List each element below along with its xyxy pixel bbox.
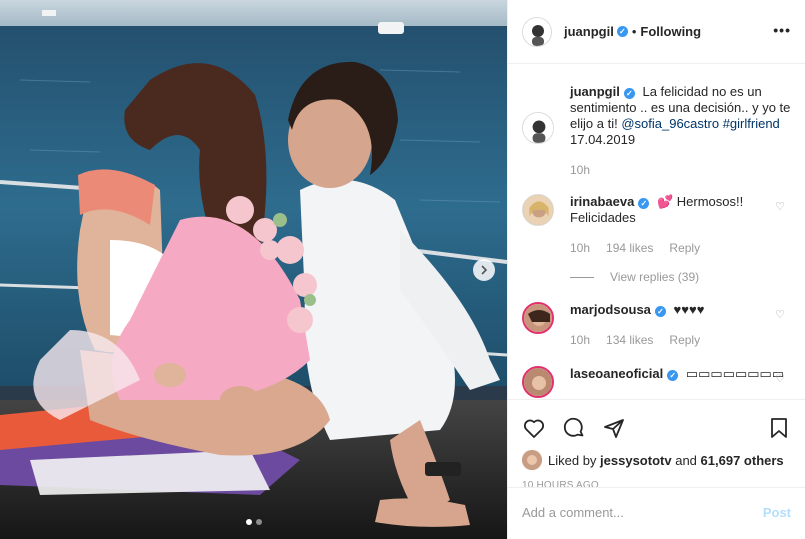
comment-item: marjodsousa ✓ ♥♥♥♥ 10h 134 likes Reply ♡ xyxy=(522,284,791,348)
liked-by-others[interactable]: 61,697 others xyxy=(701,453,784,468)
comment-time: 10h xyxy=(570,333,591,347)
view-replies-label[interactable]: View replies (39) xyxy=(610,270,699,284)
verified-badge-icon: ✓ xyxy=(638,198,650,209)
comment-text: ♥♥♥♥ xyxy=(673,302,705,317)
liker-avatar-image xyxy=(522,450,542,470)
comment-username[interactable]: irinabaeva xyxy=(570,194,634,209)
post-photo[interactable] xyxy=(0,0,507,539)
next-arrow-icon xyxy=(481,265,488,275)
comment-input[interactable] xyxy=(522,505,763,520)
comment-reply-button[interactable]: Reply xyxy=(669,332,700,348)
post-actions: Liked by jessysototv and 61,697 others 1… xyxy=(508,399,805,537)
post-comment-button[interactable]: Post xyxy=(763,505,791,520)
comment-item: laseoaneoficial ✓ ▭▭▭▭▭▭▭▭ ♡ xyxy=(522,348,791,398)
author-username[interactable]: juanpgil xyxy=(564,24,614,39)
comment-time: 10h xyxy=(570,241,591,255)
following-button[interactable]: Following xyxy=(640,24,701,39)
view-replies-line xyxy=(570,276,594,278)
carousel-dot-1 xyxy=(245,519,252,525)
author-avatar-image xyxy=(523,17,551,46)
liker-avatar[interactable] xyxy=(522,450,542,470)
verified-badge-icon: ✓ xyxy=(667,370,679,381)
view-replies-button[interactable]: View replies (39) xyxy=(570,270,791,284)
instagram-post: juanpgil ✓ • Following ••• juanpgil ✓ La… xyxy=(0,0,805,539)
comment-avatar-image xyxy=(524,304,552,332)
header-separator: • xyxy=(631,24,637,39)
comment-body: marjodsousa ✓ ♥♥♥♥ 10h 134 likes Reply xyxy=(570,302,791,348)
caption-avatar[interactable] xyxy=(522,112,554,144)
caption-meta: 10h xyxy=(570,162,791,178)
comment-username[interactable]: marjodsousa xyxy=(570,302,651,317)
share-icon[interactable] xyxy=(602,416,626,440)
caption-date: 17.04.2019 xyxy=(570,132,636,147)
caption-username[interactable]: juanpgil xyxy=(570,84,620,99)
comment-reply-button[interactable]: Reply xyxy=(669,240,700,256)
photo-scene xyxy=(0,0,507,539)
post-header: juanpgil ✓ • Following ••• xyxy=(508,0,805,64)
comment-item: irinabaeva ✓ 💕 Hermosos!! Felicidades 10h… xyxy=(522,178,791,256)
comment-likes[interactable]: 194 likes xyxy=(606,240,653,256)
caption-avatar-image xyxy=(523,113,553,143)
comment-body: irinabaeva ✓ 💕 Hermosos!! Felicidades 10h… xyxy=(570,194,791,256)
comment-avatar-image xyxy=(523,195,553,225)
liked-by-user[interactable]: jessysototv xyxy=(600,453,672,468)
comment-like-heart-icon[interactable]: ♡ xyxy=(775,200,785,213)
bookmark-icon[interactable] xyxy=(767,416,791,440)
comment-username[interactable]: laseoaneoficial xyxy=(570,366,663,381)
comment-body: laseoaneoficial ✓ ▭▭▭▭▭▭▭▭ xyxy=(570,366,791,398)
author-avatar[interactable] xyxy=(522,16,552,47)
comment-likes[interactable]: 134 likes xyxy=(606,332,653,348)
comment-like-heart-icon[interactable]: ♡ xyxy=(775,372,785,385)
more-options-icon[interactable]: ••• xyxy=(773,22,791,38)
caption-hashtag[interactable]: #girlfriend xyxy=(723,116,780,131)
carousel-indicator xyxy=(0,519,507,525)
verified-badge-icon: ✓ xyxy=(623,88,635,99)
heart-icon[interactable] xyxy=(522,416,546,440)
comment-avatar-image xyxy=(524,368,552,396)
comment-avatar[interactable] xyxy=(522,366,554,398)
comments-list[interactable]: juanpgil ✓ La felicidad no es un sentimie… xyxy=(508,64,805,399)
action-icons xyxy=(522,408,791,448)
next-slide-button[interactable] xyxy=(473,259,495,281)
comment-meta: 10h 134 likes Reply xyxy=(570,332,791,348)
verified-badge-icon: ✓ xyxy=(616,26,628,37)
comment-avatar[interactable] xyxy=(522,194,554,226)
comment-text: ▭▭▭▭▭▭▭▭ xyxy=(685,366,785,381)
caption-mention[interactable]: @sofia_96castro xyxy=(621,116,719,131)
liked-by-row: Liked by jessysototv and 61,697 others xyxy=(522,450,791,470)
liked-by-joiner: and xyxy=(675,452,697,468)
caption: juanpgil ✓ La felicidad no es un sentimie… xyxy=(522,64,791,178)
comment-avatar[interactable] xyxy=(522,302,554,334)
carousel-dot-2 xyxy=(255,519,262,525)
post-side-panel: juanpgil ✓ • Following ••• juanpgil ✓ La… xyxy=(507,0,805,539)
caption-time: 10h xyxy=(570,163,591,177)
liked-by-prefix: Liked by xyxy=(548,452,597,468)
comment-meta: 10h 194 likes Reply xyxy=(570,240,791,256)
comment-like-heart-icon[interactable]: ♡ xyxy=(775,308,785,321)
verified-badge-icon: ✓ xyxy=(654,306,666,317)
comment-icon[interactable] xyxy=(562,416,586,440)
caption-body: juanpgil ✓ La felicidad no es un sentimie… xyxy=(570,84,791,178)
add-comment-bar: Post xyxy=(508,487,805,537)
